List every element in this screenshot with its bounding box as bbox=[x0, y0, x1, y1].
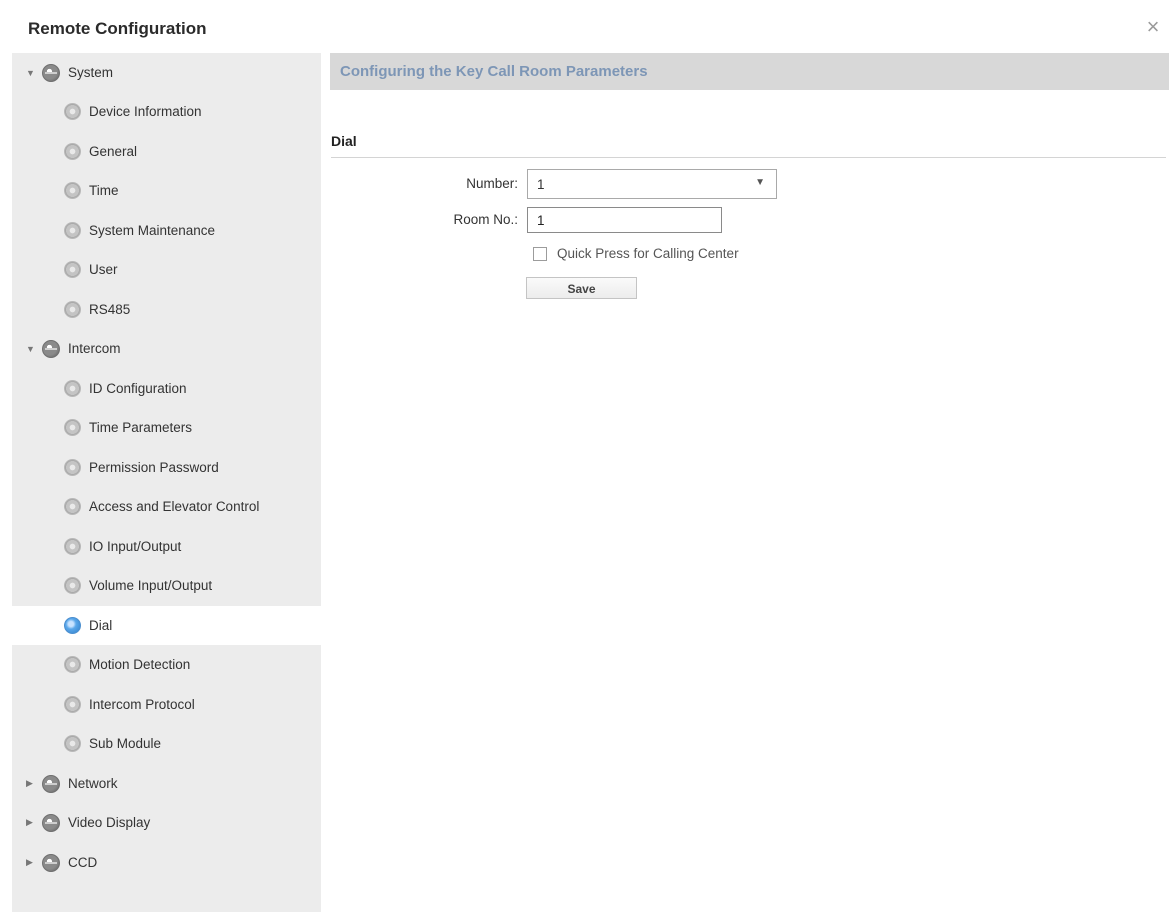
sidebar-item-label: IO Input/Output bbox=[89, 539, 182, 554]
chevron-right-icon[interactable]: ▶ bbox=[26, 857, 33, 868]
sidebar-item-label: Motion Detection bbox=[89, 657, 191, 672]
sidebar-item-label: Volume Input/Output bbox=[89, 578, 213, 593]
gear-icon bbox=[64, 656, 81, 673]
sidebar-item-label: RS485 bbox=[89, 302, 131, 317]
sidebar-item-time-parameters[interactable]: Time Parameters bbox=[12, 408, 321, 447]
sidebar-item-label: Permission Password bbox=[89, 460, 219, 475]
gear-icon bbox=[64, 459, 81, 476]
chevron-down-icon[interactable]: ▼ bbox=[26, 68, 35, 78]
gear-icon bbox=[64, 143, 81, 160]
sidebar-item-id-configuration[interactable]: ID Configuration bbox=[12, 369, 321, 408]
sidebar-item-dial[interactable]: Dial bbox=[12, 606, 321, 645]
globe-icon bbox=[42, 339, 60, 358]
gear-icon bbox=[64, 380, 81, 397]
sidebar-category-network[interactable]: ▶ Network bbox=[12, 764, 321, 803]
window-title: Remote Configuration bbox=[28, 19, 207, 38]
quick-press-checkbox[interactable] bbox=[533, 247, 547, 261]
number-select-value: 1 bbox=[537, 177, 545, 192]
sidebar-item-intercom-protocol[interactable]: Intercom Protocol bbox=[12, 685, 321, 724]
sidebar-item-general[interactable]: General bbox=[12, 132, 321, 171]
chevron-down-icon[interactable]: ▼ bbox=[755, 177, 765, 188]
sidebar-item-io-input-output[interactable]: IO Input/Output bbox=[12, 527, 321, 566]
sidebar-category-system[interactable]: ▼ System bbox=[12, 53, 321, 92]
sidebar-item-permission-password[interactable]: Permission Password bbox=[12, 448, 321, 487]
sidebar-category-label: Network bbox=[68, 776, 118, 791]
sidebar-item-access-and-elevator-control[interactable]: Access and Elevator Control bbox=[12, 487, 321, 526]
quick-press-label: Quick Press for Calling Center bbox=[557, 246, 739, 261]
gear-icon bbox=[64, 696, 81, 713]
sidebar: ▼ System Device Information General Time… bbox=[12, 53, 321, 912]
gear-icon bbox=[64, 419, 81, 436]
gear-icon bbox=[64, 735, 81, 752]
globe-icon bbox=[42, 774, 60, 793]
gear-icon bbox=[64, 577, 81, 594]
globe-icon bbox=[42, 813, 60, 832]
sidebar-item-user[interactable]: User bbox=[12, 250, 321, 289]
sidebar-category-label: Video Display bbox=[68, 815, 151, 830]
chevron-down-icon[interactable]: ▼ bbox=[26, 344, 35, 354]
sidebar-category-video-display[interactable]: ▶ Video Display bbox=[12, 803, 321, 842]
number-label: Number: bbox=[466, 176, 518, 191]
globe-icon bbox=[42, 853, 60, 872]
sidebar-item-volume-input-output[interactable]: Volume Input/Output bbox=[12, 566, 321, 605]
room-no-input[interactable] bbox=[527, 207, 722, 233]
sidebar-item-label: General bbox=[89, 144, 138, 159]
gear-icon bbox=[64, 261, 81, 278]
sidebar-item-system-maintenance[interactable]: System Maintenance bbox=[12, 211, 321, 250]
chevron-right-icon[interactable]: ▶ bbox=[26, 817, 33, 828]
gear-icon bbox=[64, 538, 81, 555]
sidebar-item-label: Time bbox=[89, 183, 119, 198]
number-select[interactable]: 1 ▼ bbox=[527, 169, 777, 199]
sidebar-item-label: User bbox=[89, 262, 118, 277]
gear-icon bbox=[64, 617, 81, 634]
sidebar-category-label: Intercom bbox=[68, 341, 121, 356]
chevron-right-icon[interactable]: ▶ bbox=[26, 778, 33, 789]
sidebar-item-label: System Maintenance bbox=[89, 223, 216, 238]
gear-icon bbox=[64, 222, 81, 239]
sidebar-item-sub-module[interactable]: Sub Module bbox=[12, 724, 321, 763]
page-title: Configuring the Key Call Room Parameters bbox=[340, 63, 648, 80]
gear-icon bbox=[64, 182, 81, 199]
sidebar-item-label: Dial bbox=[89, 618, 113, 633]
save-button[interactable]: Save bbox=[526, 277, 637, 299]
sidebar-category-label: CCD bbox=[68, 855, 98, 870]
sidebar-item-label: Sub Module bbox=[89, 736, 162, 751]
sidebar-item-time[interactable]: Time bbox=[12, 171, 321, 210]
gear-icon bbox=[64, 498, 81, 515]
sidebar-category-intercom[interactable]: ▼ Intercom bbox=[12, 329, 321, 368]
sidebar-item-rs485[interactable]: RS485 bbox=[12, 290, 321, 329]
close-icon[interactable]: × bbox=[1142, 16, 1164, 38]
sidebar-category-ccd[interactable]: ▶ CCD bbox=[12, 843, 321, 882]
globe-icon bbox=[42, 63, 60, 82]
gear-icon bbox=[64, 103, 81, 120]
section-title: Dial bbox=[331, 133, 357, 149]
sidebar-item-device-information[interactable]: Device Information bbox=[12, 92, 321, 131]
sidebar-item-label: Time Parameters bbox=[89, 420, 193, 435]
sidebar-item-label: Access and Elevator Control bbox=[89, 499, 260, 514]
sidebar-category-label: System bbox=[68, 65, 114, 80]
sidebar-item-label: Device Information bbox=[89, 104, 202, 119]
sidebar-item-motion-detection[interactable]: Motion Detection bbox=[12, 645, 321, 684]
section-divider bbox=[331, 157, 1166, 158]
sidebar-item-label: ID Configuration bbox=[89, 381, 187, 396]
room-no-label: Room No.: bbox=[453, 212, 518, 227]
sidebar-item-label: Intercom Protocol bbox=[89, 697, 195, 712]
page-header: Configuring the Key Call Room Parameters bbox=[330, 53, 1169, 90]
gear-icon bbox=[64, 301, 81, 318]
